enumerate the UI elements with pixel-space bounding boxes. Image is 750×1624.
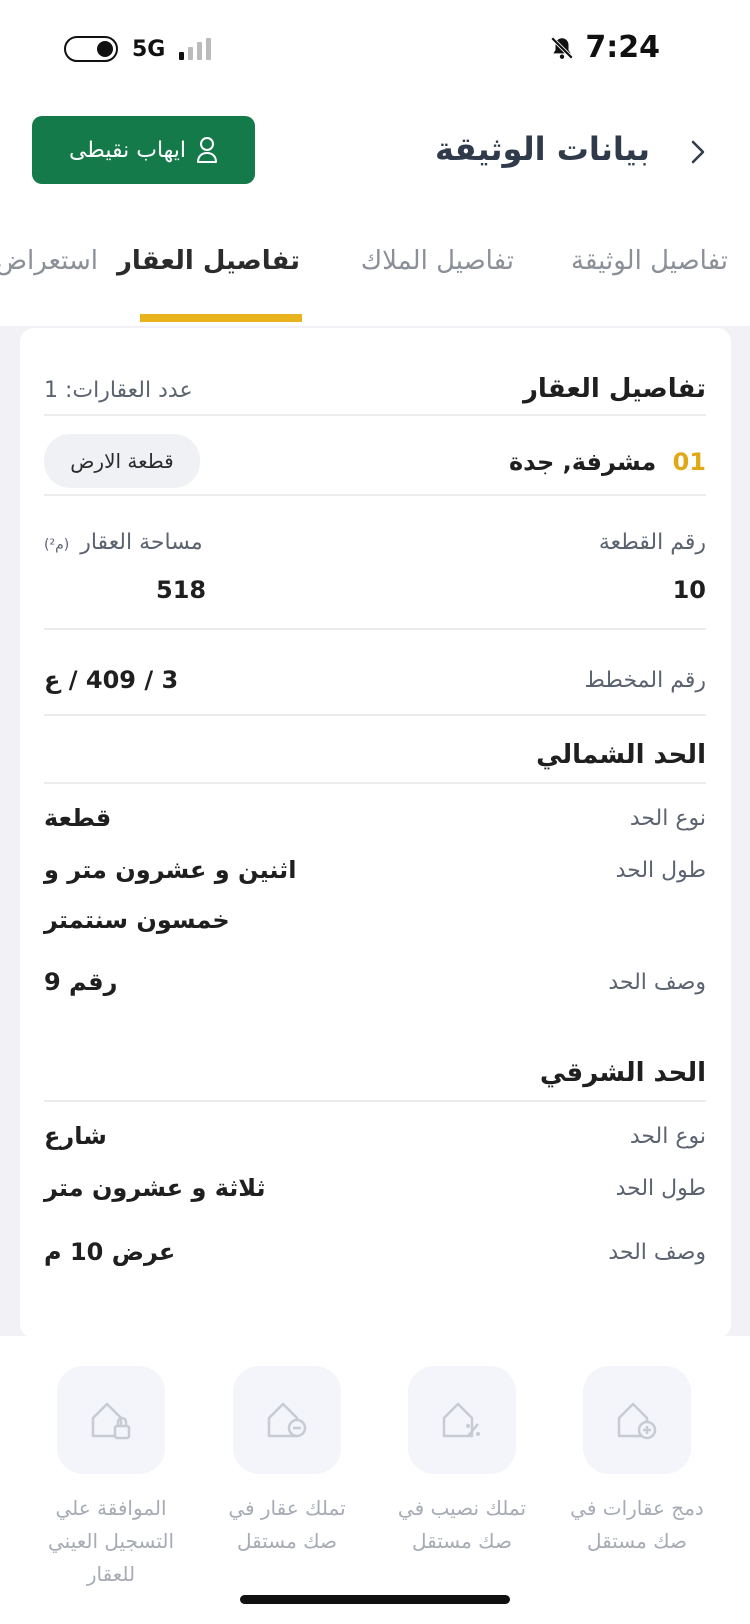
property-count: عدد العقارات: 1 — [44, 378, 193, 403]
area-label: مساحة العقار — [80, 530, 203, 555]
action-label-line: صك مستقل — [586, 1529, 688, 1553]
approve-registration-button[interactable]: الموافقة علي التسجيل العيني للعقار — [36, 1366, 186, 1591]
bell-muted-icon — [551, 36, 574, 59]
action-label-line: دمج عقارات في — [570, 1496, 704, 1520]
home-minus-icon — [233, 1366, 341, 1474]
plan-number-value: 3 / 409 / ع — [44, 666, 179, 694]
merge-properties-button[interactable]: دمج عقارات في صك مستقل — [562, 1366, 712, 1558]
plan-number-label: رقم المخطط — [584, 668, 706, 693]
signal-icon — [179, 38, 212, 60]
action-label-line: صك مستقل — [236, 1529, 338, 1553]
tab-owners-details[interactable]: تفاصيل الملاك — [361, 246, 514, 276]
status-bar: 5G 7:24 — [0, 0, 750, 100]
own-property-button[interactable]: تملك عقار في صك مستقل — [212, 1366, 362, 1558]
chevron-right-icon[interactable] — [686, 138, 710, 166]
tab-property-details[interactable]: تفاصيل العقار — [117, 246, 300, 276]
focus-toggle-icon — [64, 36, 118, 62]
east-length-label: طول الحد — [615, 1176, 706, 1201]
north-type-label: نوع الحد — [629, 806, 706, 831]
area-value: 518 — [156, 576, 207, 604]
section-title: تفاصيل العقار — [522, 374, 706, 404]
home-indicator[interactable] — [240, 1595, 510, 1604]
status-left: 5G — [64, 36, 212, 62]
screen: 5G 7:24 ايهاب نقيطى بيانات الوثيقة تفاصي… — [0, 0, 750, 1624]
divider — [44, 782, 706, 784]
action-label-line: تملك عقار في — [228, 1496, 346, 1520]
north-type-value: قطعة — [44, 804, 112, 832]
status-right: 7:24 — [549, 30, 660, 65]
north-desc-label: وصف الحد — [608, 970, 706, 995]
divider — [44, 414, 706, 416]
divider — [44, 494, 706, 496]
divider — [44, 714, 706, 716]
action-label-line: صك مستقل — [411, 1529, 513, 1553]
home-lock-icon — [57, 1366, 165, 1474]
north-length-label: طول الحد — [615, 858, 706, 883]
property-header[interactable]: 01 مشرفة, جدة — [509, 448, 706, 476]
clock: 7:24 — [585, 30, 660, 65]
tab-bar: تفاصيل الوثيقة تفاصيل الملاك تفاصيل العق… — [0, 246, 750, 326]
plot-number-label: رقم القطعة — [598, 530, 706, 555]
east-boundary-title: الحد الشرقي — [539, 1058, 706, 1088]
north-length-value-1: اثنين و عشرون متر و — [44, 856, 297, 884]
tab-document-details[interactable]: تفاصيل الوثيقة — [571, 246, 728, 276]
plot-number-value: 10 — [672, 576, 706, 604]
east-type-label: نوع الحد — [629, 1124, 706, 1149]
north-desc-value: رقم 9 — [44, 968, 118, 996]
area-label-group: مساحة العقار (م²) — [44, 530, 203, 555]
active-tab-indicator — [140, 314, 302, 322]
property-type-chip: قطعة الارض — [44, 434, 200, 488]
north-length-value-2: خمسون سنتمتر — [44, 906, 230, 934]
action-label-line: للعقار — [86, 1562, 136, 1586]
user-button[interactable]: ايهاب نقيطى — [32, 116, 255, 184]
divider — [44, 628, 706, 630]
action-label-line: الموافقة علي — [55, 1496, 167, 1520]
bottom-actions: دمج عقارات في صك مستقل تملك نصيب في صك م… — [0, 1336, 750, 1624]
own-share-button[interactable]: تملك نصيب في صك مستقل — [387, 1366, 537, 1558]
action-label-line: تملك نصيب في — [397, 1496, 527, 1520]
tab-review[interactable]: استعراض — [0, 246, 98, 276]
divider — [44, 1100, 706, 1102]
property-index: 01 — [672, 448, 706, 476]
property-location: مشرفة, جدة — [508, 448, 657, 476]
action-label-line: التسجيل العيني — [47, 1529, 174, 1553]
user-name: ايهاب نقيطى — [68, 137, 187, 163]
user-icon — [197, 137, 218, 163]
north-boundary-title: الحد الشمالي — [536, 740, 706, 770]
home-plus-icon — [583, 1366, 691, 1474]
area-unit: (م²) — [44, 537, 70, 553]
east-desc-label: وصف الحد — [608, 1240, 706, 1265]
east-type-value: شارع — [44, 1122, 107, 1150]
home-percent-icon — [408, 1366, 516, 1474]
header: ايهاب نقيطى بيانات الوثيقة — [0, 116, 750, 186]
east-length-value: ثلاثة و عشرون متر — [44, 1174, 266, 1202]
network-type: 5G — [132, 36, 166, 62]
east-desc-value: عرض 10 م — [44, 1238, 176, 1266]
page-title: بيانات الوثيقة — [435, 130, 650, 168]
